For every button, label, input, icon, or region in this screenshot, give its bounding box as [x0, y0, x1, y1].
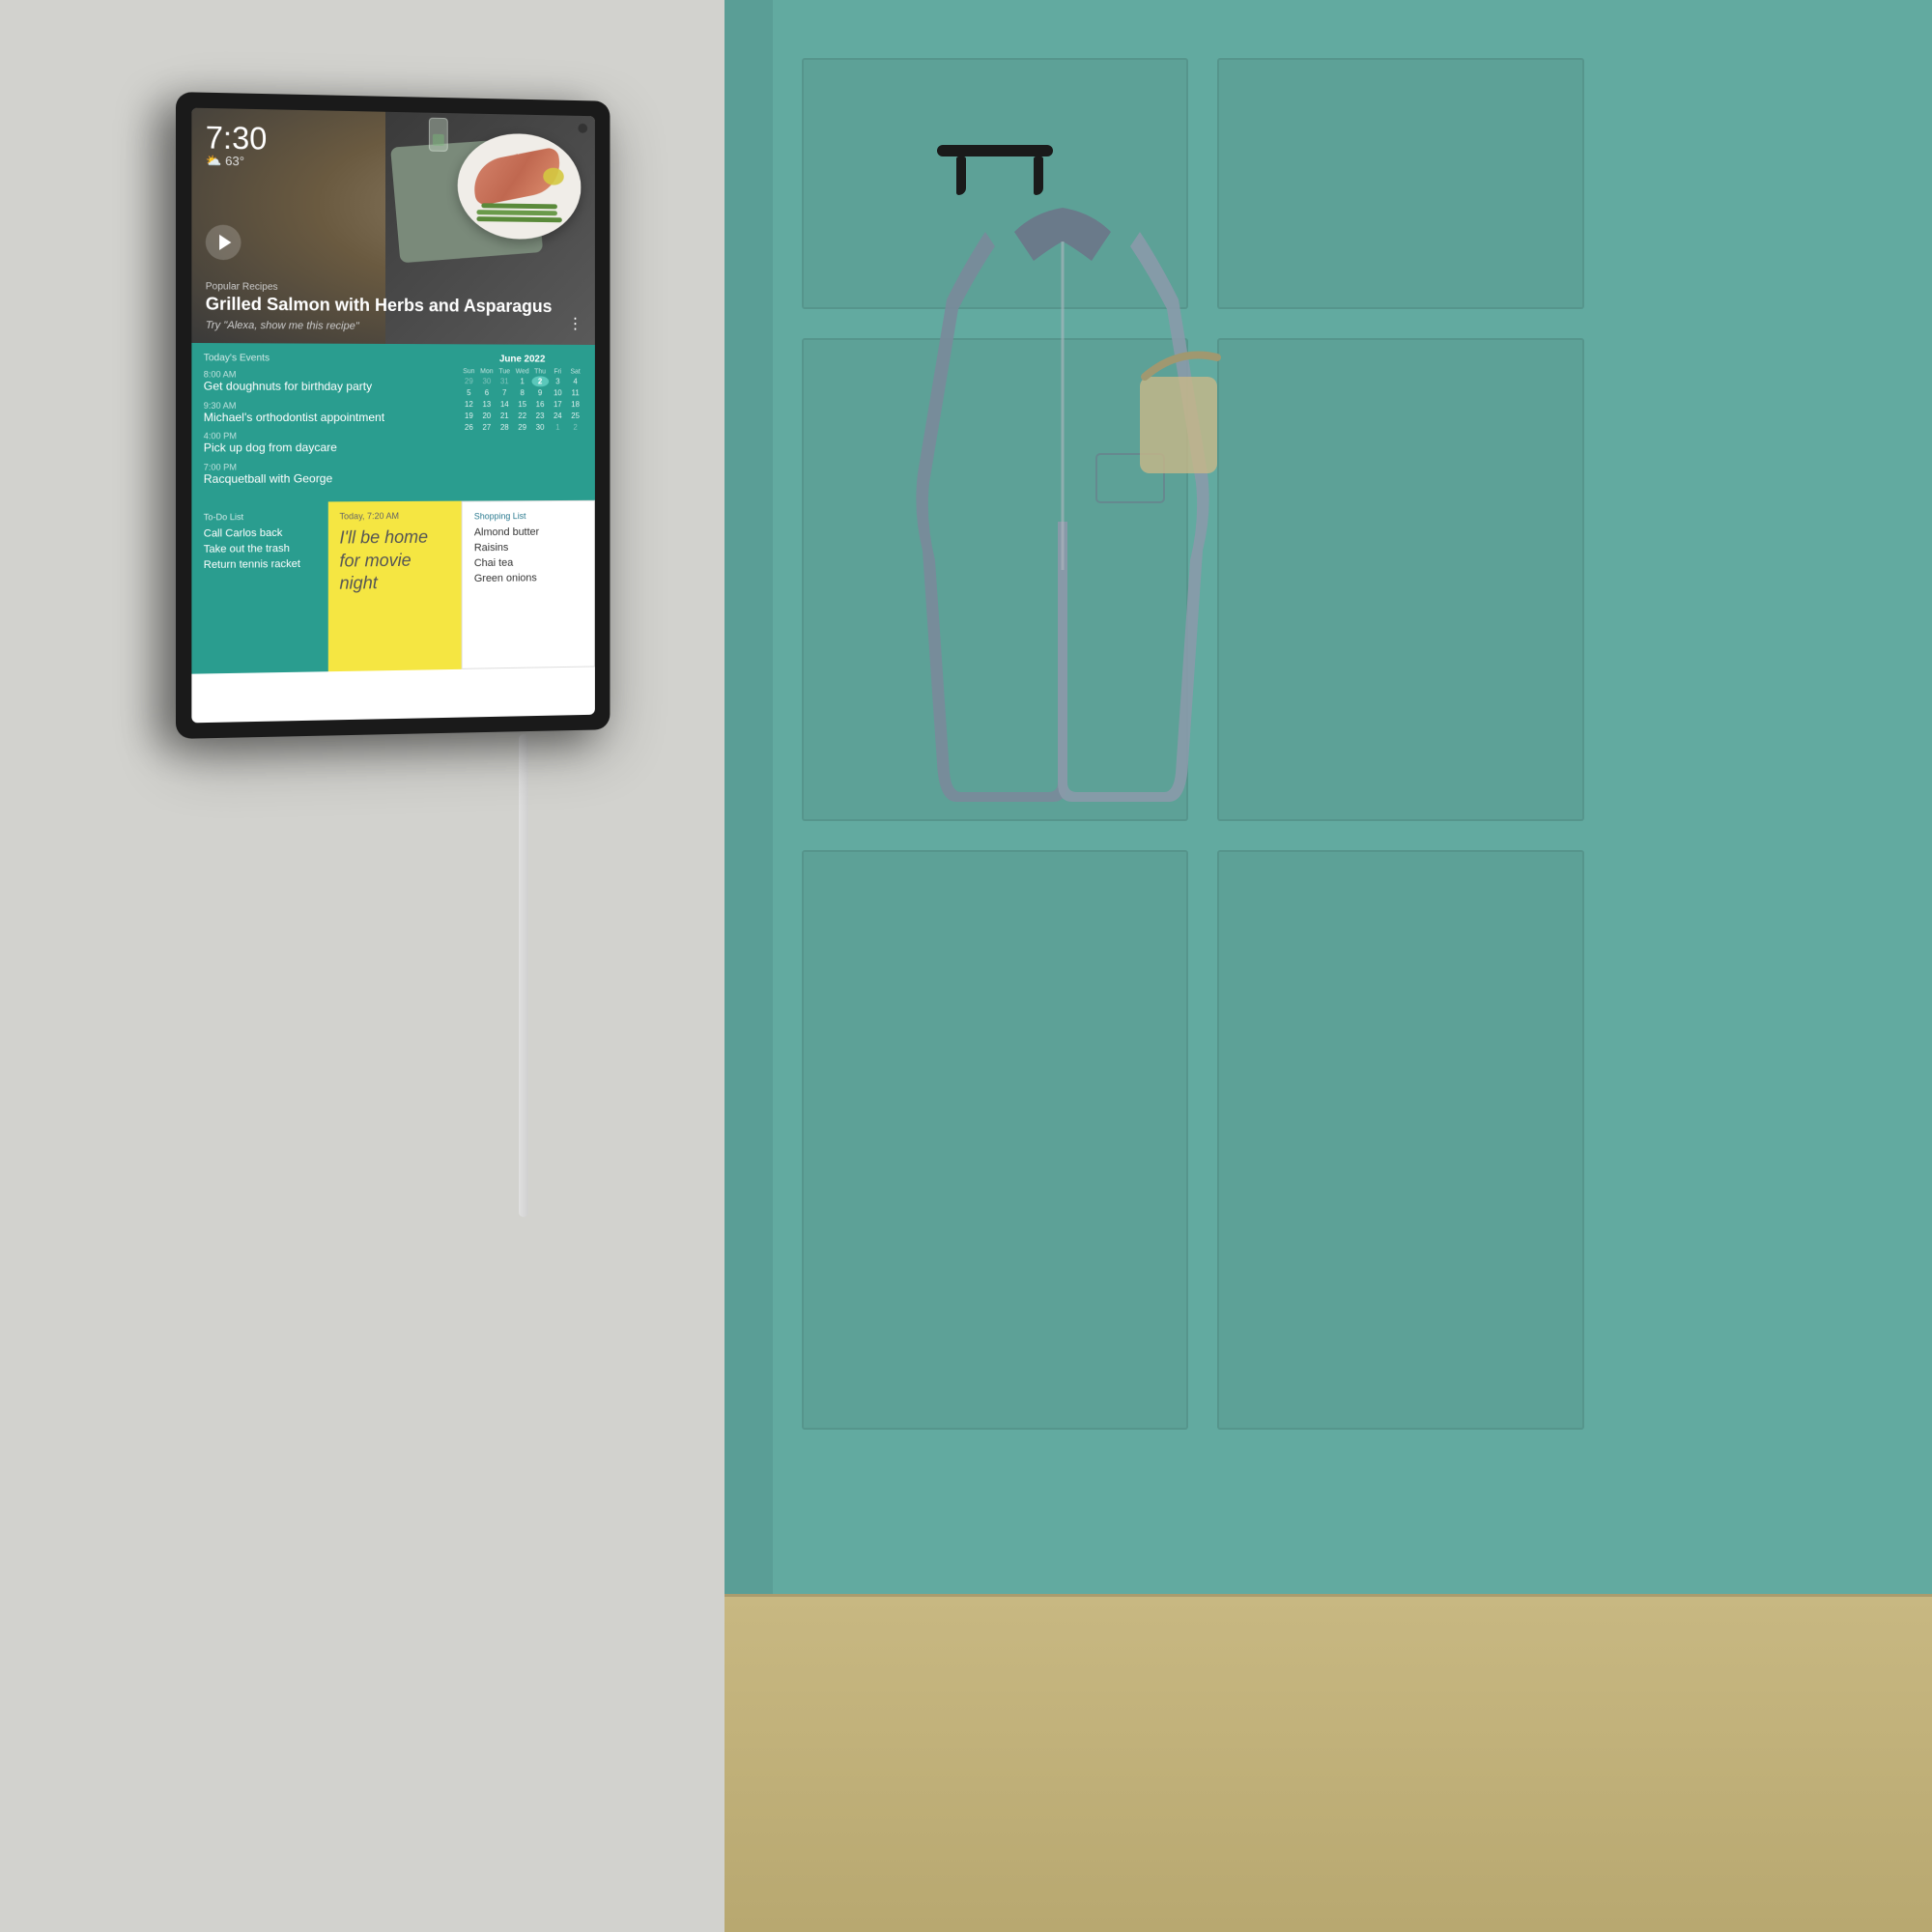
event-3-time: 4:00 PM — [204, 431, 449, 440]
cal-day[interactable]: 14 — [497, 399, 513, 410]
note-content: I'll be home for movie night — [340, 526, 451, 595]
shopping-item-2: Raisins — [474, 542, 582, 554]
recipe-title: Grilled Salmon with Herbs and Asparagus — [206, 295, 553, 318]
recipe-subtitle: Try "Alexa, show me this recipe" — [206, 320, 553, 333]
shopping-widget[interactable]: Shopping List Almond butter Raisins Chai… — [462, 500, 595, 669]
wall-panel-mid-right — [1217, 338, 1584, 821]
day-label-thu: Thu — [531, 368, 548, 375]
cal-day[interactable]: 1 — [514, 376, 530, 386]
camera — [578, 124, 587, 133]
cal-day[interactable]: 28 — [497, 422, 513, 433]
cal-day[interactable]: 23 — [531, 411, 548, 421]
cal-day: 30 — [478, 376, 495, 386]
floor — [724, 1594, 1932, 1932]
day-label-sun: Sun — [461, 368, 478, 375]
event-2-time: 9:30 AM — [204, 400, 449, 410]
cal-day[interactable]: 7 — [497, 387, 513, 398]
cal-day[interactable]: 26 — [461, 422, 478, 433]
day-label-wed: Wed — [514, 368, 530, 375]
day-label-tue: Tue — [497, 368, 513, 375]
cal-day[interactable]: 3 — [550, 376, 566, 386]
cal-day: 2 — [567, 422, 583, 433]
calendar-month: June 2022 — [461, 354, 584, 364]
event-2[interactable]: 9:30 AM Michael's orthodontist appointme… — [204, 400, 449, 425]
more-options-button[interactable]: ⋮ — [568, 314, 584, 333]
cal-day[interactable]: 15 — [514, 399, 530, 410]
cal-day[interactable]: 22 — [514, 411, 530, 421]
echo-show-device: 7:30 ⛅ 63° Popular Recipes Grilled Salmo… — [176, 92, 610, 739]
cal-day[interactable]: 21 — [497, 411, 513, 421]
play-icon — [219, 235, 231, 250]
event-4-title: Racquetball with George — [204, 471, 449, 488]
shopping-item-3: Chai tea — [474, 556, 582, 569]
event-1[interactable]: 8:00 AM Get doughnuts for birthday party — [204, 369, 449, 394]
day-label-sat: Sat — [567, 369, 583, 376]
cal-day[interactable]: 27 — [478, 422, 495, 433]
cal-day-today[interactable]: 2 — [531, 376, 548, 386]
todo-widget[interactable]: To-Do List Call Carlos back Take out the… — [191, 502, 327, 674]
cal-day: 29 — [461, 376, 478, 386]
cal-day[interactable]: 20 — [478, 411, 495, 421]
time-weather: 7:30 ⛅ 63° — [206, 122, 268, 170]
day-label-fri: Fri — [550, 369, 566, 376]
calendar-section: Today's Events 8:00 AM Get doughnuts for… — [191, 343, 595, 503]
cal-day[interactable]: 25 — [567, 411, 583, 421]
widgets-section: To-Do List Call Carlos back Take out the… — [191, 500, 595, 674]
wall-panel-top-right — [1217, 58, 1584, 309]
hero-section[interactable]: 7:30 ⛅ 63° Popular Recipes Grilled Salmo… — [191, 108, 595, 345]
clock: 7:30 — [206, 122, 268, 155]
cal-day: 31 — [497, 376, 513, 386]
weather-icon: ⛅ — [206, 154, 222, 168]
cal-day[interactable]: 30 — [531, 422, 548, 433]
cal-day[interactable]: 24 — [550, 411, 566, 421]
mini-calendar: June 2022 Sun Mon Tue Wed Thu Fri Sat 29… — [461, 354, 584, 492]
todo-item-2: Take out the trash — [204, 543, 317, 555]
shopping-item-1: Almond butter — [474, 526, 582, 539]
cal-day[interactable]: 5 — [461, 387, 478, 398]
event-4[interactable]: 7:00 PM Racquetball with George — [204, 462, 449, 488]
cal-day[interactable]: 6 — [478, 387, 495, 398]
jacket — [889, 184, 1236, 865]
todo-label: To-Do List — [204, 512, 317, 523]
event-1-time: 8:00 AM — [204, 369, 449, 380]
todo-item-1: Call Carlos back — [204, 527, 317, 540]
todo-item-3: Return tennis racket — [204, 558, 317, 571]
cal-day[interactable]: 13 — [478, 399, 495, 410]
note-widget[interactable]: Today, 7:20 AM I'll be home for movie ni… — [327, 501, 462, 672]
power-cable — [519, 734, 528, 1217]
day-label-mon: Mon — [478, 368, 495, 375]
event-3-title: Pick up dog from daycare — [204, 440, 449, 456]
event-2-title: Michael's orthodontist appointment — [204, 411, 449, 426]
event-3[interactable]: 4:00 PM Pick up dog from daycare — [204, 431, 449, 456]
shopping-item-4: Green onions — [474, 572, 582, 584]
wall-panel-bot-left — [802, 850, 1188, 1430]
events-panel: Today's Events 8:00 AM Get doughnuts for… — [204, 353, 449, 493]
cal-day[interactable]: 9 — [531, 387, 548, 398]
calendar-grid: Sun Mon Tue Wed Thu Fri Sat 29 30 31 1 2… — [461, 368, 584, 433]
cal-day[interactable]: 29 — [514, 422, 530, 433]
right-wall — [724, 0, 1932, 1932]
recipe-info: Popular Recipes Grilled Salmon with Herb… — [206, 282, 553, 333]
cal-day[interactable]: 4 — [567, 376, 583, 386]
shopping-label: Shopping List — [474, 511, 582, 522]
cal-day[interactable]: 11 — [567, 387, 583, 398]
cal-day: 1 — [550, 422, 566, 433]
cal-day[interactable]: 12 — [461, 399, 478, 410]
play-button[interactable] — [206, 224, 242, 260]
events-label: Today's Events — [204, 353, 449, 364]
wall-panel-bot-right — [1217, 850, 1584, 1430]
note-time: Today, 7:20 AM — [340, 511, 451, 522]
event-1-title: Get doughnuts for birthday party — [204, 380, 449, 395]
cal-day[interactable]: 19 — [461, 411, 478, 421]
cal-day[interactable]: 8 — [514, 387, 530, 398]
cal-day[interactable]: 16 — [531, 399, 548, 410]
cal-day[interactable]: 18 — [567, 399, 583, 410]
device-screen: 7:30 ⛅ 63° Popular Recipes Grilled Salmo… — [191, 108, 595, 724]
cal-day[interactable]: 17 — [550, 399, 566, 410]
cal-day[interactable]: 10 — [550, 387, 566, 398]
temperature: 63° — [225, 154, 244, 169]
recipe-category: Popular Recipes — [206, 282, 553, 296]
